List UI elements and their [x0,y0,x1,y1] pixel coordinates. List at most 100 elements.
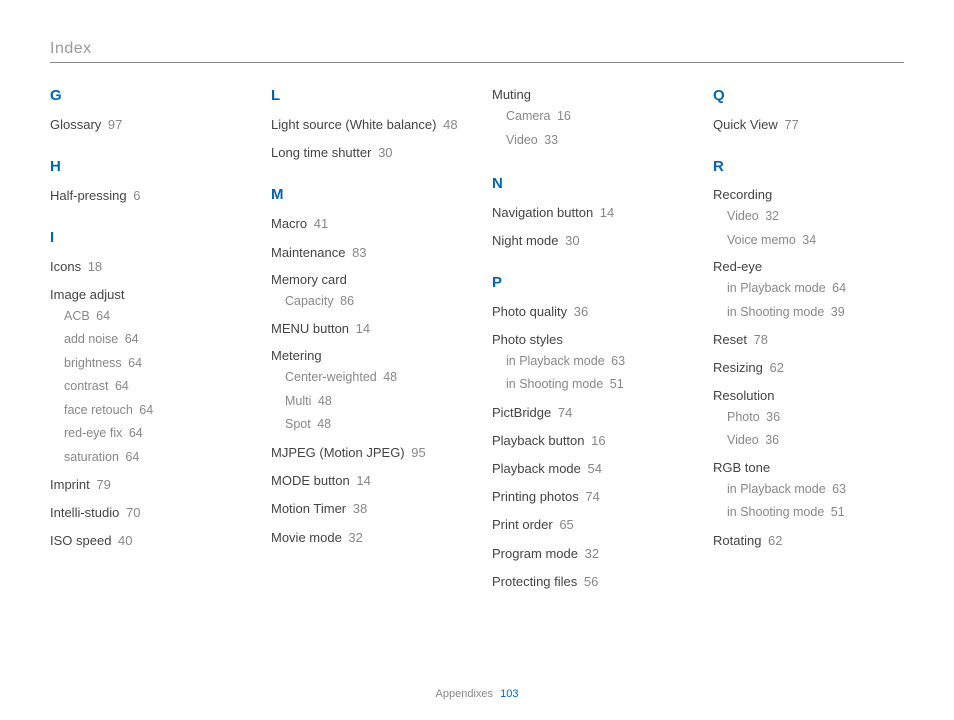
page-ref: 95 [408,445,426,460]
page-ref: 64 [125,426,142,440]
page-ref: 74 [582,489,600,504]
index-sub-entry: Photo 36 [727,409,904,427]
page-ref: 64 [136,403,153,417]
letter-heading: Q [713,87,904,104]
page-ref: 48 [314,417,331,431]
page-ref: 79 [93,477,111,492]
index-entry: Night mode 30 [492,232,683,250]
page-ref: 83 [348,245,366,260]
letter-heading: P [492,274,683,291]
footer-page-number: 103 [500,688,518,700]
index-sub-entry: Center-weighted 48 [285,369,462,387]
letter-section: LLight source (White balance) 48Long tim… [271,87,462,162]
index-entry: MJPEG (Motion JPEG) 95 [271,444,462,462]
index-entry: Photo quality 36 [492,303,683,321]
index-entry: Maintenance 83 [271,244,462,262]
index-entry: Program mode 32 [492,545,683,563]
index-entry-group: MeteringCenter-weighted 48Multi 48Spot 4… [271,348,462,434]
index-entry: ISO speed 40 [50,532,241,550]
page-ref: 16 [588,433,606,448]
page-ref: 77 [781,117,799,132]
page-ref: 18 [84,259,102,274]
letter-section: NNavigation button 14Night mode 30 [492,175,683,250]
page-ref: 70 [122,505,140,520]
page-ref: 86 [337,294,354,308]
index-sub-entry: Spot 48 [285,416,462,434]
page-ref: 62 [764,533,782,548]
page-ref: 14 [353,473,371,488]
page-ref: 56 [580,574,598,589]
column-1: GGlossary 97HHalf-pressing 6IIcons 18Ima… [50,87,241,601]
index-sub-entry: in Playback mode 63 [506,353,683,371]
page-footer: Appendixes 103 [0,688,954,700]
index-entry: Printing photos 74 [492,488,683,506]
index-entry-group: RGB tonein Playback mode 63in Shooting m… [713,460,904,522]
page-ref: 62 [766,360,784,375]
page-ref: 64 [122,450,139,464]
column-4: QQuick View 77RRecordingVideo 32Voice me… [713,87,904,601]
letter-section: RRecordingVideo 32Voice memo 34Red-eyein… [713,158,904,550]
index-entry: Intelli-studio 70 [50,504,241,522]
index-entry: Print order 65 [492,516,683,534]
index-sub-entry: red-eye fix 64 [64,425,241,443]
index-entry-label: Memory card [271,272,462,287]
page-ref: 48 [439,117,457,132]
letter-heading: G [50,87,241,104]
letter-heading: H [50,158,241,175]
index-entry: Glossary 97 [50,116,241,134]
index-sub-entry: Video 32 [727,208,904,226]
page-ref: 30 [374,145,392,160]
index-entry: MENU button 14 [271,320,462,338]
page-ref: 97 [104,117,122,132]
page-header: Index [50,40,904,63]
page-ref: 32 [345,530,363,545]
index-entry: Rotating 62 [713,532,904,550]
index-entry: Macro 41 [271,215,462,233]
index-entry-label: Photo styles [492,332,683,347]
letter-section: P Photo quality 36 Photo styles in Playback… [492,274,683,591]
index-entry-label: Resolution [713,388,904,403]
page-ref: 30 [561,233,579,248]
page-ref: 63 [608,354,625,368]
index-sub-entry: face retouch 64 [64,402,241,420]
index-sub-entry: in Shooting mode 51 [727,504,904,522]
page-ref: 32 [581,546,599,561]
index-entry-label: Recording [713,187,904,202]
page-ref: 74 [554,405,572,420]
column-2: LLight source (White balance) 48Long tim… [271,87,462,601]
page-ref: 38 [349,501,367,516]
page-ref: 34 [799,233,816,247]
letter-section: G Glossary 97 [50,87,241,134]
page-ref: 36 [763,410,780,424]
index-entry-label: Image adjust [50,287,241,302]
letter-section: HHalf-pressing 6 [50,158,241,205]
page-ref: 16 [553,109,570,123]
index-entry-label: RGB tone [713,460,904,475]
index-entry: Navigation button 14 [492,204,683,222]
page-ref: 64 [121,332,138,346]
page-ref: 14 [596,205,614,220]
index-entry-group: Red-eyein Playback mode 64in Shooting mo… [713,259,904,321]
index-sub-entry: Voice memo 34 [727,232,904,250]
index-sub-entry: Capacity 86 [285,293,462,311]
index-sub-entry: Video 36 [727,432,904,450]
page-ref: 48 [314,394,331,408]
index-entry-label: Red-eye [713,259,904,274]
index-entry-group: MutingCamera 16Video 33 [492,87,683,149]
page-ref: 39 [827,305,844,319]
index-entry: Long time shutter 30 [271,144,462,162]
index-sub-entry: Video 33 [506,132,683,150]
index-sub-entry: ACB 64 [64,308,241,326]
index-entry-label: Muting [492,87,683,102]
index-sub-entry: saturation 64 [64,449,241,467]
footer-section: Appendixes [436,688,494,700]
page-ref: 33 [541,133,558,147]
column-3: MutingCamera 16Video 33NNavigation butto… [492,87,683,601]
page-ref: 78 [750,332,768,347]
page-ref: 64 [111,379,128,393]
index-sub-entry: Multi 48 [285,393,462,411]
index-entry: Icons 18 [50,258,241,276]
index-entry-group: Recording Video 32 Voice memo 34 [713,187,904,249]
index-sub-entry: brightness 64 [64,355,241,373]
page-ref: 51 [606,377,623,391]
